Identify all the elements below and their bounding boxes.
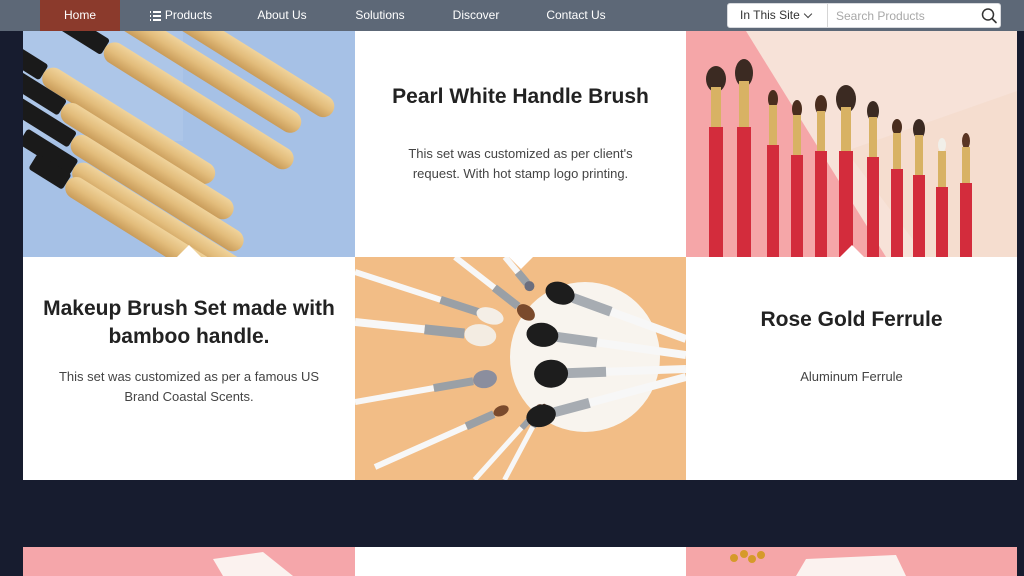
nav-products[interactable]: Products bbox=[133, 0, 229, 31]
pointer-arrow bbox=[840, 245, 864, 257]
product-image-bamboo-brushes[interactable] bbox=[23, 31, 355, 257]
product-description: Aluminum Ferrule bbox=[800, 369, 903, 384]
product-image-partial[interactable] bbox=[686, 547, 1017, 576]
product-title: Pearl White Handle Brush bbox=[392, 85, 649, 108]
nav-contact-us[interactable]: Contact Us bbox=[532, 0, 620, 31]
search-input[interactable] bbox=[829, 4, 975, 27]
chevron-down-icon bbox=[803, 9, 813, 19]
product-card-partial[interactable] bbox=[355, 547, 686, 576]
search-bar: In This Site bbox=[727, 3, 1001, 28]
product-title: Rose Gold Ferrule bbox=[760, 308, 943, 331]
nav-products-label: Products bbox=[164, 8, 213, 22]
nav-about-us[interactable]: About Us bbox=[244, 0, 320, 31]
product-image-red-brushes[interactable] bbox=[686, 31, 1017, 257]
product-image-white-brushes[interactable] bbox=[355, 257, 686, 480]
top-nav: Home Products About Us Solutions Discove… bbox=[0, 0, 1024, 31]
list-icon bbox=[149, 11, 161, 21]
search-scope-label: In This Site bbox=[740, 8, 800, 22]
product-description: This set was customized as per client's … bbox=[408, 146, 633, 181]
nav-solutions[interactable]: Solutions bbox=[341, 0, 419, 31]
search-icon bbox=[981, 8, 997, 24]
search-button[interactable] bbox=[978, 4, 1000, 27]
nav-home[interactable]: Home bbox=[40, 0, 120, 31]
product-image-partial[interactable] bbox=[23, 547, 355, 576]
product-card-pearl-white[interactable]: Pearl White Handle Brush This set was cu… bbox=[355, 31, 686, 257]
red-brushes-photo bbox=[686, 31, 1017, 257]
product-card-rose-gold[interactable]: Rose Gold Ferrule Aluminum Ferrule bbox=[686, 257, 1017, 480]
product-card-bamboo-set[interactable]: Makeup Brush Set made with bamboo handle… bbox=[23, 257, 355, 480]
white-brushes-photo bbox=[355, 257, 686, 480]
pointer-arrow bbox=[177, 245, 201, 257]
nav-discover[interactable]: Discover bbox=[438, 0, 514, 31]
partial-photo bbox=[730, 550, 906, 576]
bamboo-brushes-photo bbox=[23, 31, 355, 257]
product-title: Makeup Brush Set made with bamboo handle… bbox=[43, 297, 335, 348]
search-scope-select[interactable]: In This Site bbox=[728, 4, 828, 27]
partial-photo bbox=[213, 552, 293, 576]
product-description: This set was customized as per a famous … bbox=[58, 369, 320, 404]
pointer-arrow bbox=[509, 257, 533, 269]
